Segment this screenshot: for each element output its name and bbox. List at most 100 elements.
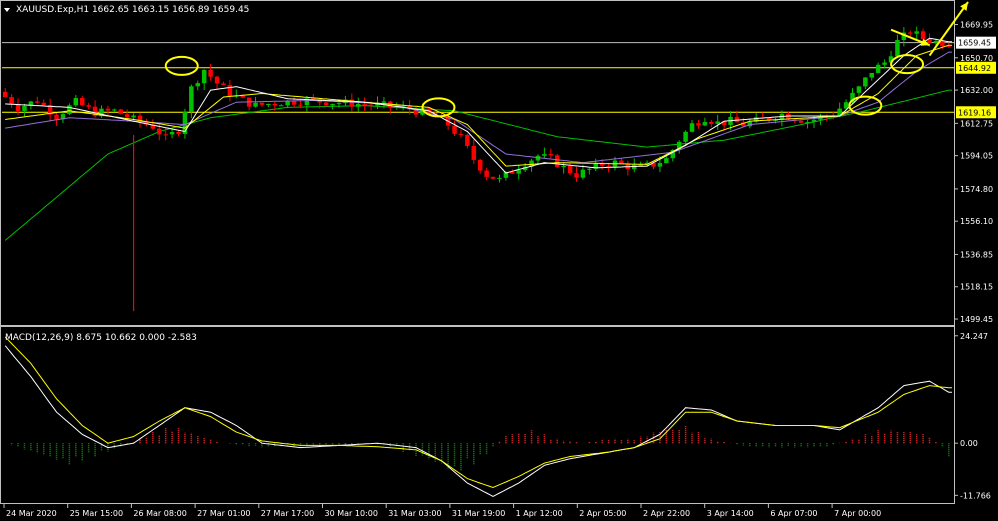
- candle-body: [715, 121, 720, 124]
- price-tick-label: 1574.80: [960, 185, 993, 194]
- moving-averages: [5, 37, 952, 174]
- candle-body: [490, 176, 496, 179]
- candle-body: [41, 102, 46, 106]
- candle-body: [471, 145, 477, 160]
- price-label-text: 1644.92: [958, 64, 991, 73]
- price-labels: 1659.45 1644.92 1619.16: [956, 36, 996, 119]
- time-tick-label: 26 Mar 08:00: [133, 509, 186, 518]
- candle-body: [112, 109, 117, 111]
- candle-body: [484, 170, 489, 177]
- candle-body: [201, 69, 207, 84]
- dropdown-triangle-icon[interactable]: [4, 8, 10, 12]
- price-tick-label: 1499.45: [960, 315, 993, 324]
- candle-body: [875, 64, 881, 73]
- candle-body: [86, 105, 91, 107]
- candle-body: [131, 115, 136, 118]
- candle-body: [863, 77, 868, 87]
- candle-body: [15, 104, 21, 112]
- candle-body: [657, 163, 663, 167]
- price-panel-frame: [0, 0, 955, 326]
- candle-body: [330, 103, 335, 106]
- candle-body: [908, 32, 913, 34]
- candle-body: [561, 165, 566, 168]
- candle-body: [542, 154, 547, 156]
- candle-body: [259, 102, 265, 105]
- candle-body: [458, 133, 464, 135]
- candle-body: [157, 128, 162, 135]
- candle-body: [811, 119, 817, 122]
- ma-mid-line: [5, 44, 952, 167]
- candle-body: [356, 103, 361, 107]
- macd-panel-frame: [0, 326, 955, 504]
- candle-body: [163, 134, 168, 136]
- candle-body: [516, 170, 521, 174]
- annotation-markers: [164, 1, 969, 118]
- candle-body: [940, 40, 945, 47]
- candle-body: [465, 134, 470, 146]
- price-label-text: 1619.16: [958, 108, 991, 117]
- candle-body: [73, 97, 79, 106]
- macd-tick-label: -11.766: [960, 491, 991, 500]
- candle-body: [9, 97, 14, 105]
- time-tick-label: 27 Mar 17:00: [261, 509, 314, 518]
- candle-body: [548, 154, 554, 156]
- candle-body: [933, 40, 939, 43]
- price-tick-label: 1594.05: [960, 152, 993, 161]
- candle-body: [227, 84, 233, 97]
- candle-body: [311, 98, 316, 100]
- candle-body: [105, 108, 111, 111]
- candle-body: [79, 97, 85, 106]
- candle-body: [124, 114, 130, 118]
- candle-body: [683, 131, 688, 142]
- price-tick-label: 1556.10: [960, 217, 993, 226]
- candle-body: [580, 169, 586, 178]
- candle-body: [336, 103, 342, 105]
- macd-indicator: 24.247 0.00 -11.766: [4, 332, 991, 500]
- horizontal-lines: [2, 42, 954, 113]
- candles: [2, 26, 952, 312]
- candle-body: [606, 165, 611, 167]
- time-tick-label: 3 Apr 14:00: [707, 509, 754, 518]
- candle-body: [189, 86, 194, 112]
- candle-body: [253, 102, 258, 107]
- candle-body: [176, 131, 181, 134]
- time-tick-label: 2 Apr 22:00: [643, 509, 690, 518]
- candle-body: [554, 155, 560, 168]
- candle-body: [381, 101, 387, 103]
- candle-body: [22, 105, 27, 112]
- candle-body: [266, 104, 271, 106]
- candle-body: [895, 39, 900, 57]
- candle-body: [221, 83, 226, 85]
- candle-body: [54, 114, 59, 120]
- candle-body: [195, 83, 201, 87]
- time-tick-label: 1 Apr 12:00: [516, 509, 563, 518]
- candle-body: [452, 125, 457, 134]
- candle-body: [587, 168, 592, 170]
- macd-label: MACD(12,26,9) 8.675 10.662 0.000 -2.583: [5, 333, 197, 343]
- candle-body: [638, 164, 643, 166]
- candle-body: [702, 122, 708, 126]
- time-tick-label: 2 Apr 05:00: [579, 509, 626, 518]
- arrow-head-icon: [960, 2, 969, 11]
- candle-body: [208, 69, 213, 77]
- candle-body: [696, 123, 701, 126]
- candle-body: [510, 172, 515, 174]
- candle-body: [567, 165, 573, 174]
- ma-slow-line: [5, 51, 952, 164]
- price-tick-label: 1669.95: [960, 21, 993, 30]
- candle-body: [362, 103, 367, 105]
- price-tick-label: 1536.85: [960, 250, 993, 259]
- time-tick-label: 31 Mar 03:00: [388, 509, 441, 518]
- candle-body: [805, 121, 810, 123]
- highlight-ellipse: [890, 54, 925, 75]
- candle-body: [272, 104, 278, 106]
- candle-body: [689, 123, 695, 132]
- macd-tick-label: 0.00: [960, 439, 978, 448]
- ma-fast-line: [5, 37, 952, 174]
- price-tick-label: 1612.75: [960, 119, 993, 128]
- chart-header-title: XAUUSD.Exp,H1 1662.65 1663.15 1656.89 16…: [16, 5, 249, 15]
- candle-body: [323, 102, 329, 106]
- price-tick-label: 1518.15: [960, 283, 993, 292]
- candle-body: [664, 158, 669, 164]
- macd-line: [4, 345, 952, 497]
